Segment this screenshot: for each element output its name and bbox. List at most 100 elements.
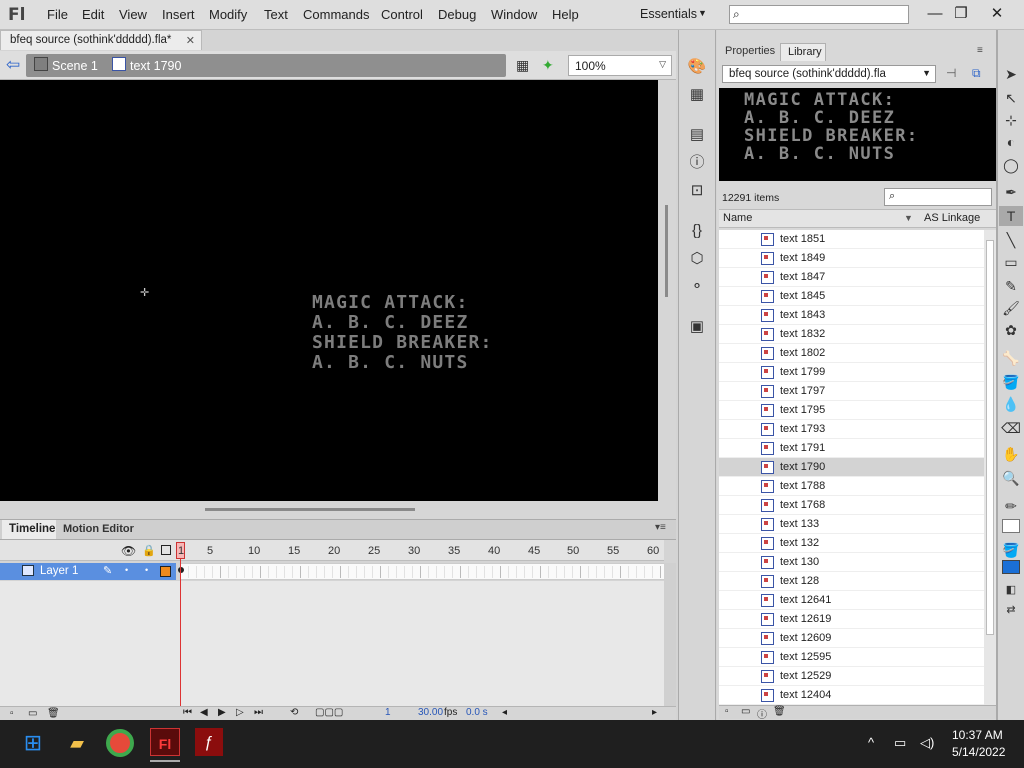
- library-scroll-thumb[interactable]: [986, 240, 994, 635]
- black-white-icon[interactable]: ◧: [999, 580, 1023, 600]
- tab-properties[interactable]: Properties: [720, 43, 778, 61]
- library-item[interactable]: text 1799: [719, 363, 984, 382]
- library-item[interactable]: text 132: [719, 534, 984, 553]
- keyframe[interactable]: [178, 567, 184, 573]
- play-icon[interactable]: ▶: [218, 707, 226, 718]
- network-icon[interactable]: ▭: [894, 735, 906, 751]
- library-item[interactable]: text 128: [719, 572, 984, 591]
- column-name[interactable]: Name: [723, 212, 752, 224]
- library-item[interactable]: text 130: [719, 553, 984, 572]
- library-item[interactable]: text 1797: [719, 382, 984, 401]
- pencil-tool-icon[interactable]: ✎: [999, 276, 1023, 296]
- library-item[interactable]: text 12641: [719, 591, 984, 610]
- library-item[interactable]: text 1788: [719, 477, 984, 496]
- library-item[interactable]: text 12619: [719, 610, 984, 629]
- library-search-input[interactable]: ⌕: [884, 188, 992, 206]
- close-window-button[interactable]: ✕: [980, 1, 1014, 27]
- scroll-left-icon[interactable]: ◂: [502, 707, 507, 718]
- menu-commands[interactable]: Commands: [303, 7, 369, 22]
- chevron-down-icon[interactable]: ▼: [698, 8, 707, 18]
- workspace-switcher[interactable]: Essentials: [640, 7, 697, 21]
- layer-lock-dot[interactable]: •: [145, 565, 148, 575]
- fps-value[interactable]: 30.00: [418, 707, 443, 718]
- back-arrow-icon[interactable]: ⇦: [6, 55, 20, 75]
- trash-icon[interactable]: 🗑: [47, 708, 60, 719]
- eye-icon[interactable]: 👁: [121, 544, 136, 558]
- sort-arrow-icon[interactable]: ▼: [904, 213, 913, 223]
- transform-icon[interactable]: ⊡: [685, 180, 709, 202]
- timeline-vertical-scrollbar[interactable]: [664, 563, 676, 707]
- library-item[interactable]: text 1832: [719, 325, 984, 344]
- stage-text-field[interactable]: MAGIC ATTACK: A. B. C. DEEZ SHIELD BREAK…: [312, 293, 493, 373]
- fill-color-bucket-icon[interactable]: 🪣: [999, 540, 1023, 560]
- library-item[interactable]: text 1791: [719, 439, 984, 458]
- layer-name[interactable]: Layer 1: [40, 565, 78, 577]
- selection-tool-icon[interactable]: ➤: [999, 64, 1023, 84]
- 3d-rotation-tool-icon[interactable]: ◐: [999, 132, 1023, 152]
- chrome-icon[interactable]: [106, 729, 134, 757]
- rectangle-tool-icon[interactable]: ▭: [999, 252, 1023, 272]
- fill-color-swatch[interactable]: [1002, 560, 1020, 574]
- breadcrumb-scene[interactable]: Scene 1: [52, 59, 98, 73]
- hand-tool-icon[interactable]: ✋: [999, 444, 1023, 464]
- menu-control[interactable]: Control: [381, 7, 423, 22]
- menu-file[interactable]: File: [47, 7, 68, 22]
- deco-tool-icon[interactable]: ✿: [999, 320, 1023, 340]
- menu-insert[interactable]: Insert: [162, 7, 195, 22]
- edit-scene-icon[interactable]: ▦: [516, 57, 529, 74]
- chevron-up-icon[interactable]: ^: [868, 735, 874, 750]
- library-item[interactable]: text 12609: [719, 629, 984, 648]
- paint-bucket-tool-icon[interactable]: 🪣: [999, 372, 1023, 392]
- swatches-icon[interactable]: ▦: [685, 84, 709, 106]
- properties-icon[interactable]: ⓘ: [757, 706, 767, 721]
- actions-icon[interactable]: {}: [685, 220, 709, 242]
- windows-start-icon[interactable]: ⊞: [18, 728, 48, 758]
- library-panel-icon[interactable]: ▣: [685, 316, 709, 338]
- library-item[interactable]: text 1849: [719, 249, 984, 268]
- library-item[interactable]: text 1768: [719, 496, 984, 515]
- current-frame-value[interactable]: 1: [385, 707, 391, 718]
- pin-library-icon[interactable]: ⊣: [946, 66, 956, 80]
- document-tab[interactable]: bfeq source (sothink'ddddd).fla* ✕: [0, 30, 202, 50]
- new-layer-icon[interactable]: ▫: [10, 708, 14, 719]
- library-item[interactable]: text 1790: [719, 458, 984, 477]
- eraser-tool-icon[interactable]: ⌫: [999, 418, 1023, 438]
- library-item[interactable]: text 1793: [719, 420, 984, 439]
- swap-colors-icon[interactable]: ⇄: [999, 600, 1023, 620]
- stage-vertical-scroll-thumb[interactable]: [665, 205, 668, 297]
- motion-presets-icon[interactable]: ⚬: [685, 276, 709, 298]
- elapsed-time-value[interactable]: 0.0 s: [466, 707, 488, 718]
- layer-outline-color[interactable]: [160, 566, 171, 577]
- file-explorer-icon[interactable]: ▰: [62, 728, 92, 758]
- menu-debug[interactable]: Debug: [438, 7, 476, 22]
- edit-symbols-icon[interactable]: ✦: [542, 57, 554, 74]
- menu-window[interactable]: Window: [491, 7, 537, 22]
- new-folder-icon[interactable]: ▭: [741, 706, 750, 717]
- info-icon[interactable]: ⓘ: [685, 152, 709, 174]
- scroll-right-icon[interactable]: ▸: [652, 707, 657, 718]
- tab-library[interactable]: Library: [780, 43, 826, 61]
- library-item[interactable]: text 1802: [719, 344, 984, 363]
- column-as-linkage[interactable]: AS Linkage: [924, 212, 980, 224]
- clock-date[interactable]: 5/14/2022: [952, 745, 1005, 759]
- lasso-tool-icon[interactable]: ◯: [999, 155, 1023, 175]
- stage-horizontal-scroll-thumb[interactable]: [205, 508, 415, 511]
- outline-icon[interactable]: [161, 545, 171, 555]
- layer-frames[interactable]: [180, 563, 664, 580]
- volume-icon[interactable]: ◁): [920, 735, 934, 751]
- library-item[interactable]: text 12529: [719, 667, 984, 686]
- subselection-tool-icon[interactable]: ↖: [999, 88, 1023, 108]
- menu-view[interactable]: View: [119, 7, 147, 22]
- align-icon[interactable]: ▤: [685, 124, 709, 146]
- library-item[interactable]: text 1847: [719, 268, 984, 287]
- library-item[interactable]: text 1843: [719, 306, 984, 325]
- layer-visible-dot[interactable]: •: [125, 565, 128, 575]
- menu-modify[interactable]: Modify: [209, 7, 247, 22]
- help-search-input[interactable]: ⌕: [729, 5, 909, 24]
- panel-menu-icon[interactable]: ≡: [977, 45, 983, 56]
- zoom-select[interactable]: 100% ▽: [568, 55, 672, 76]
- pen-tool-icon[interactable]: ✒: [999, 182, 1023, 202]
- stroke-color-pencil-icon[interactable]: ✏: [999, 496, 1023, 516]
- text-tool-icon[interactable]: T: [999, 206, 1023, 226]
- menu-edit[interactable]: Edit: [82, 7, 104, 22]
